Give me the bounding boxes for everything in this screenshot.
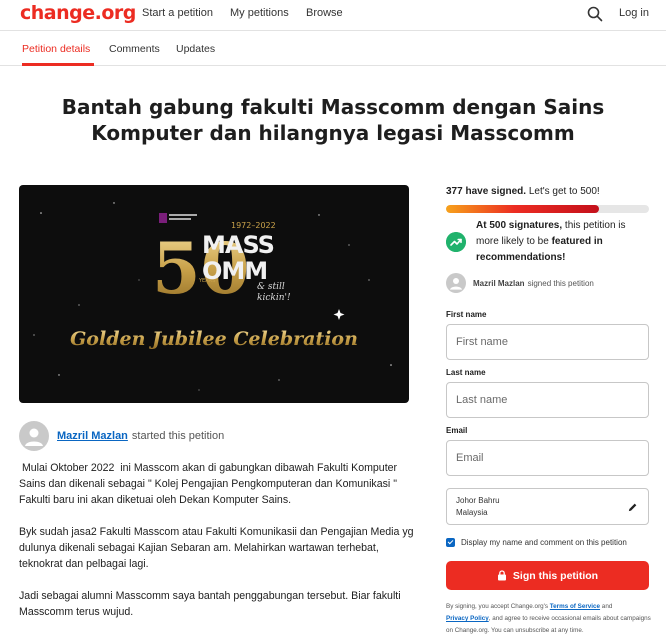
hero-tagline-1: & still <box>257 282 285 292</box>
petition-title: Bantah gabung fakulti Masscomm dengan Sa… <box>61 95 605 145</box>
nav-start-petition[interactable]: Start a petition <box>142 7 213 19</box>
location-country: Malaysia <box>456 508 488 517</box>
golden-jubilee-graphic: 50 YEARS 1972–2022 MASS OMM & still kick… <box>33 202 392 391</box>
last-name-field[interactable] <box>446 382 649 418</box>
email-field[interactable] <box>446 440 649 476</box>
user-icon <box>25 428 43 446</box>
nav-my-petitions[interactable]: My petitions <box>230 7 289 19</box>
signature-progress-bar <box>446 205 649 213</box>
sign-button-label: Sign this petition <box>512 569 599 582</box>
email-label: Email <box>446 426 468 435</box>
sign-petition-button[interactable]: Sign this petition <box>446 561 649 590</box>
tab-petition-details[interactable]: Petition details <box>22 43 90 55</box>
display-name-checkbox[interactable] <box>446 538 455 547</box>
legal-and: and <box>600 603 613 610</box>
display-name-consent: Display my name and comment on this peti… <box>446 538 627 547</box>
starter-name-link[interactable]: Mazril Mazlan <box>57 430 128 442</box>
recent-signer-label: signed this petition <box>527 278 594 288</box>
active-tab-indicator <box>22 63 94 66</box>
trending-up-icon <box>446 232 466 252</box>
first-name-label: First name <box>446 310 487 319</box>
nav-browse[interactable]: Browse <box>306 7 343 19</box>
privacy-policy-link[interactable]: Privacy Policy <box>446 615 489 622</box>
hero-tagline-2: kickin'! <box>257 293 291 303</box>
milestone-text: At 500 signatures, this petition is more… <box>476 218 651 266</box>
legal-disclaimer: By signing, you accept Change.org's Term… <box>446 601 651 637</box>
login-link[interactable]: Log in <box>619 7 649 19</box>
consent-label: Display my name and comment on this peti… <box>461 538 627 547</box>
tab-updates[interactable]: Updates <box>176 43 215 55</box>
progress-fill <box>446 205 600 213</box>
search-icon[interactable] <box>586 5 604 23</box>
hero-comm: OMM <box>202 257 267 285</box>
signed-count-text: 377 have signed. <box>446 186 527 197</box>
body-paragraph: Mulai Oktober 2022 ini Masscom akan di g… <box>19 462 403 506</box>
starter-avatar[interactable] <box>19 421 49 451</box>
last-name-label: Last name <box>446 368 486 377</box>
petition-hero-image: 50 YEARS 1972–2022 MASS OMM & still kick… <box>19 185 409 403</box>
recent-signer-avatar <box>446 273 466 293</box>
hero-mass: MASS <box>202 231 274 259</box>
recent-signer-name: Mazril Mazlan <box>473 278 525 288</box>
location-selector[interactable]: Johor Bahru Malaysia <box>446 488 649 525</box>
lock-icon <box>497 570 506 581</box>
signature-count: 377 have signed. Let's get to 500! <box>446 186 600 197</box>
terms-of-service-link[interactable]: Terms of Service <box>550 603 600 610</box>
starter-label: started this petition <box>131 430 225 442</box>
top-nav-bar: change.org Start a petition My petitions… <box>0 0 666 31</box>
body-paragraph: Byk sudah jasa2 Fakulti Masscom atau Fak… <box>19 526 417 570</box>
goal-text: Let's get to 500! <box>526 186 600 197</box>
hero-year-range: 1972–2022 <box>231 221 276 230</box>
first-name-field[interactable] <box>446 324 649 360</box>
user-icon <box>450 278 462 290</box>
hero-caption: Golden Jubilee Celebration <box>70 328 358 350</box>
change-org-logo[interactable]: change.org <box>20 2 136 24</box>
legal-pre: By signing, you accept Change.org's <box>446 603 550 610</box>
petition-starter: Mazril Mazlan started this petition <box>19 421 224 451</box>
location-city: Johor Bahru <box>456 496 500 505</box>
body-paragraph: Jadi sebagai alumni Masscomm saya bantah… <box>19 590 404 618</box>
recent-signer: Mazril Mazlan signed this petition <box>446 273 594 293</box>
petition-tabs: Petition details Comments Updates <box>0 32 666 66</box>
tab-comments[interactable]: Comments <box>109 43 160 55</box>
milestone-bold: At 500 signatures, <box>476 220 563 231</box>
petition-body: Mulai Oktober 2022 ini Masscom akan di g… <box>19 460 414 636</box>
pencil-icon[interactable] <box>627 502 638 513</box>
